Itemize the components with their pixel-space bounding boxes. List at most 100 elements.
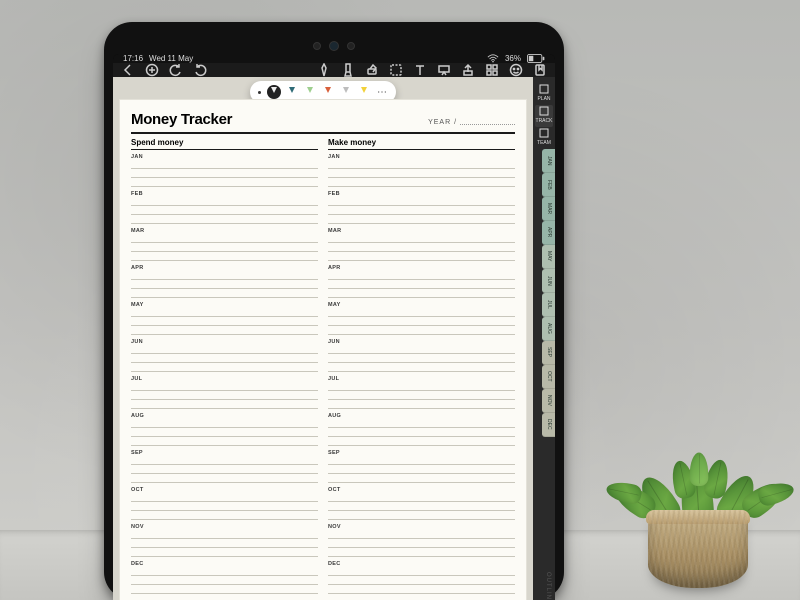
grid-button[interactable] bbox=[485, 63, 499, 77]
planner-page: Money Tracker YEAR / Spend moneyJANFEBMA… bbox=[119, 99, 527, 600]
month-block-oct[interactable]: OCT bbox=[131, 483, 318, 520]
month-block-dec[interactable]: DEC bbox=[328, 557, 515, 594]
month-block-jan[interactable]: JAN bbox=[328, 150, 515, 187]
rail-team-button[interactable]: TEAM bbox=[535, 127, 553, 149]
side-tab-feb[interactable]: FEB bbox=[542, 173, 555, 197]
ruled-lines[interactable] bbox=[328, 160, 515, 187]
ruled-lines[interactable] bbox=[131, 197, 318, 224]
month-label: JUL bbox=[131, 372, 318, 382]
side-tab-jan[interactable]: JAN bbox=[542, 149, 555, 173]
month-label: JUN bbox=[328, 335, 515, 345]
eraser-tool-button[interactable] bbox=[365, 63, 379, 77]
column-heading: Make money bbox=[328, 136, 515, 150]
pen-color-0[interactable] bbox=[267, 85, 281, 99]
side-tab-apr[interactable]: APR bbox=[542, 221, 555, 245]
battery-icon bbox=[527, 54, 545, 63]
month-label: NOV bbox=[328, 520, 515, 530]
ruled-lines[interactable] bbox=[328, 234, 515, 261]
pen-color-1[interactable] bbox=[285, 85, 299, 99]
month-block-jul[interactable]: JUL bbox=[131, 372, 318, 409]
notes-heading: Notes bbox=[328, 594, 515, 600]
ruled-lines[interactable] bbox=[131, 419, 318, 446]
ruled-lines[interactable] bbox=[131, 345, 318, 372]
brush-size-icon[interactable] bbox=[258, 91, 261, 94]
month-block-nov[interactable]: NOV bbox=[328, 520, 515, 557]
lasso-tool-button[interactable] bbox=[389, 63, 403, 77]
month-block-feb[interactable]: FEB bbox=[328, 187, 515, 224]
presentation-button[interactable] bbox=[437, 63, 451, 77]
ruled-lines[interactable] bbox=[328, 345, 515, 372]
side-tab-jun[interactable]: JUN bbox=[542, 269, 555, 293]
undo-button[interactable] bbox=[169, 63, 183, 77]
side-tab-nov[interactable]: NOV bbox=[542, 389, 555, 413]
month-block-sep[interactable]: SEP bbox=[328, 446, 515, 483]
month-block-jan[interactable]: JAN bbox=[131, 150, 318, 187]
ruled-lines[interactable] bbox=[131, 160, 318, 187]
page-title: Money Tracker bbox=[131, 111, 232, 128]
share-button[interactable] bbox=[461, 63, 475, 77]
ruled-lines[interactable] bbox=[131, 456, 318, 483]
pen-color-4[interactable] bbox=[339, 85, 353, 99]
ruled-lines[interactable] bbox=[328, 456, 515, 483]
year-field[interactable]: YEAR / bbox=[428, 119, 515, 126]
side-tab-jul[interactable]: JUL bbox=[542, 293, 555, 317]
side-tab-dec[interactable]: DEC bbox=[542, 413, 555, 437]
add-button[interactable] bbox=[145, 63, 159, 77]
ruled-lines[interactable] bbox=[328, 419, 515, 446]
pen-color-5[interactable] bbox=[357, 85, 371, 99]
ruled-lines[interactable] bbox=[131, 382, 318, 409]
rail-plan-button[interactable]: PLAN bbox=[535, 83, 553, 105]
side-tab-sep[interactable]: SEP bbox=[542, 341, 555, 365]
side-tab-may[interactable]: MAY bbox=[542, 245, 555, 269]
status-time: 17:16 bbox=[123, 54, 143, 63]
ruled-lines[interactable] bbox=[328, 382, 515, 409]
ruled-lines[interactable] bbox=[131, 567, 318, 594]
more-pens-button[interactable]: ⋯ bbox=[377, 87, 388, 98]
month-block-aug[interactable]: AUG bbox=[328, 409, 515, 446]
text-tool-button[interactable] bbox=[413, 63, 427, 77]
pen-color-2[interactable] bbox=[303, 85, 317, 99]
pen-tool-button[interactable] bbox=[317, 63, 331, 77]
rail-track-button[interactable]: TRACK bbox=[535, 105, 553, 127]
month-block-jun[interactable]: JUN bbox=[131, 335, 318, 372]
pen-color-3[interactable] bbox=[321, 85, 335, 99]
emoji-button[interactable] bbox=[509, 63, 523, 77]
month-block-aug[interactable]: AUG bbox=[131, 409, 318, 446]
month-block-may[interactable]: MAY bbox=[131, 298, 318, 335]
bookmark-button[interactable] bbox=[533, 63, 547, 77]
month-label: JUL bbox=[328, 372, 515, 382]
month-block-nov[interactable]: NOV bbox=[131, 520, 318, 557]
side-tab-oct[interactable]: OCT bbox=[542, 365, 555, 389]
month-block-jul[interactable]: JUL bbox=[328, 372, 515, 409]
month-block-mar[interactable]: MAR bbox=[131, 224, 318, 261]
ruled-lines[interactable] bbox=[131, 234, 318, 261]
ruled-lines[interactable] bbox=[131, 530, 318, 557]
side-tab-aug[interactable]: AUG bbox=[542, 317, 555, 341]
side-tab-mar[interactable]: MAR bbox=[542, 197, 555, 221]
month-block-dec[interactable]: DEC bbox=[131, 557, 318, 594]
ruled-lines[interactable] bbox=[131, 308, 318, 335]
highlighter-tool-button[interactable] bbox=[341, 63, 355, 77]
month-block-may[interactable]: MAY bbox=[328, 298, 515, 335]
ruled-lines[interactable] bbox=[328, 271, 515, 298]
month-block-jun[interactable]: JUN bbox=[328, 335, 515, 372]
month-block-oct[interactable]: OCT bbox=[328, 483, 515, 520]
month-block-apr[interactable]: APR bbox=[131, 261, 318, 298]
redo-button[interactable] bbox=[193, 63, 207, 77]
month-block-mar[interactable]: MAR bbox=[328, 224, 515, 261]
ruled-lines[interactable] bbox=[131, 271, 318, 298]
month-block-feb[interactable]: FEB bbox=[131, 187, 318, 224]
page-canvas-area[interactable]: ⋯ Money Tracker YEAR / Spend moneyJANFEB… bbox=[113, 77, 533, 600]
month-block-apr[interactable]: APR bbox=[328, 261, 515, 298]
brand-label: OUTLINE bbox=[545, 572, 551, 600]
month-block-sep[interactable]: SEP bbox=[131, 446, 318, 483]
ruled-lines[interactable] bbox=[328, 308, 515, 335]
month-label: FEB bbox=[328, 187, 515, 197]
ruled-lines[interactable] bbox=[131, 493, 318, 520]
ruled-lines[interactable] bbox=[328, 530, 515, 557]
month-label: MAY bbox=[328, 298, 515, 308]
ruled-lines[interactable] bbox=[328, 493, 515, 520]
ruled-lines[interactable] bbox=[328, 567, 515, 594]
ruled-lines[interactable] bbox=[328, 197, 515, 224]
back-button[interactable] bbox=[121, 63, 135, 77]
